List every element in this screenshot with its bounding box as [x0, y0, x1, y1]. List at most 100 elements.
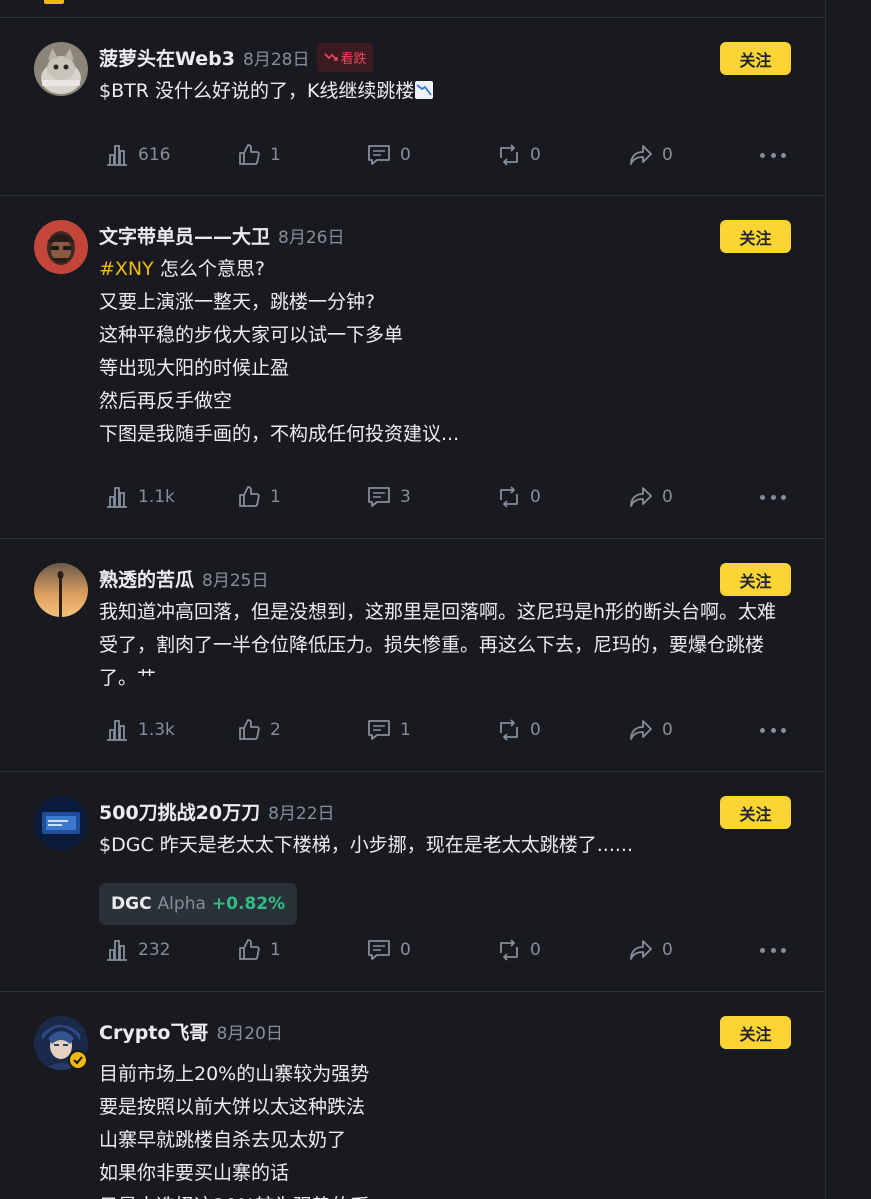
views-stat[interactable]: 616 — [104, 140, 170, 170]
post-text-line: 目前市场上20%的山寨较为强势 — [99, 1063, 370, 1085]
more-dots-icon[interactable] — [760, 715, 786, 745]
shares-count: 0 — [662, 145, 673, 165]
post-date: 8月22日 — [268, 803, 335, 824]
post-header: Crypto飞哥 8月20日 — [99, 1016, 283, 1046]
share-icon — [630, 145, 652, 165]
more-dots-icon[interactable] — [760, 140, 786, 170]
repost-button[interactable]: 0 — [496, 140, 541, 170]
post-card: 文字带单员——大卫 8月26日 关注 #XNY 怎么个意思? 又要上演涨一整天，… — [0, 196, 825, 539]
post-actions: 616 1 0 0 0 — [0, 140, 825, 170]
post-text: 我知道冲高回落，但是没想到，这那里是回落啊。这尼玛是h形的断头台啊。太难受了，割… — [99, 601, 777, 689]
more-dots-icon[interactable] — [760, 935, 786, 965]
more-dots-icon[interactable] — [760, 482, 786, 512]
reposts-count: 0 — [530, 940, 541, 960]
avatar[interactable] — [34, 42, 88, 96]
comment-icon — [368, 145, 390, 165]
follow-button[interactable]: 关注 — [720, 1016, 791, 1049]
post-body[interactable]: 我知道冲高回落，但是没想到，这那里是回落啊。这尼玛是h形的断头台啊。太难受了，割… — [99, 596, 779, 695]
previous-post-edge — [44, 0, 64, 4]
thumbs-up-icon — [239, 719, 260, 740]
price-pill[interactable]: DGC Alpha +0.82% — [99, 883, 298, 925]
post-actions: 1.1k 1 3 0 0 — [0, 482, 825, 512]
likes-count: 1 — [270, 487, 281, 507]
post-text-line: 然后再反手做空 — [99, 390, 233, 412]
share-button[interactable]: 0 — [628, 715, 673, 745]
post-text-line: 下图是我随手画的，不构成任何投资建议... — [99, 423, 460, 445]
follow-button[interactable]: 关注 — [720, 42, 791, 75]
likes-count: 2 — [270, 720, 281, 740]
post-body[interactable]: $DGC 昨天是老太太下楼梯，小步挪，现在是老太太跳楼了...... — [99, 829, 789, 862]
post-text-line: 只是去选择这20%较为强势的币 — [99, 1190, 789, 1199]
post-actions: 1.3k 2 1 0 0 — [0, 715, 825, 745]
comment-button[interactable]: 0 — [366, 140, 411, 170]
post-card: 熟透的苦瓜 8月25日 关注 我知道冲高回落，但是没想到，这那里是回落啊。这尼玛… — [0, 539, 825, 772]
coin-tag: Alpha — [157, 894, 206, 914]
author-name[interactable]: 熟透的苦瓜 — [99, 565, 194, 592]
price-change: +0.82% — [211, 894, 286, 914]
thumbs-up-icon — [239, 144, 260, 165]
views-stat[interactable]: 232 — [104, 935, 170, 965]
post-card: 菠萝头在Web3 8月28日 看跌 关注 $BTR 没什么好说的了，K线继续跳楼… — [0, 18, 825, 196]
comments-count: 3 — [400, 487, 411, 507]
like-button[interactable]: 2 — [236, 715, 281, 745]
post-actions: 232 1 0 0 0 — [0, 935, 825, 965]
views-count: 1.1k — [138, 487, 175, 507]
comments-count: 0 — [400, 145, 411, 165]
follow-button[interactable]: 关注 — [720, 220, 791, 253]
post-body[interactable]: #XNY 怎么个意思? 又要上演涨一整天，跳楼一分钟? 这种平稳的步伐大家可以试… — [99, 253, 789, 451]
post-text-line: #XNY 怎么个意思? — [99, 253, 789, 286]
like-button[interactable]: 1 — [236, 140, 281, 170]
post-header: 500刀挑战20万刀 8月22日 — [99, 796, 335, 826]
post-card: Crypto飞哥 8月20日 关注 目前市场上20%的山寨较为强势 要是按照以前… — [0, 992, 825, 1199]
repost-icon — [500, 719, 518, 741]
like-button[interactable]: 1 — [236, 482, 281, 512]
share-button[interactable]: 0 — [628, 482, 673, 512]
author-name[interactable]: Crypto飞哥 — [99, 1018, 208, 1045]
coin-symbol: DGC — [111, 894, 152, 914]
comment-button[interactable]: 3 — [366, 482, 411, 512]
post-body[interactable]: 目前市场上20%的山寨较为强势 要是按照以前大饼以太这种跌法 山寨早就跳楼自杀去… — [99, 1058, 789, 1199]
check-icon — [73, 1056, 83, 1065]
avatar[interactable] — [34, 220, 88, 274]
post-text-line: 这种平稳的步伐大家可以试一下多单 — [99, 324, 404, 346]
comments-count: 1 — [400, 720, 411, 740]
author-name[interactable]: 500刀挑战20万刀 — [99, 798, 260, 825]
post-card: 500刀挑战20万刀 8月22日 关注 $DGC 昨天是老太太下楼梯，小步挪，现… — [0, 772, 825, 992]
verified-badge — [68, 1050, 88, 1070]
like-button[interactable]: 1 — [236, 935, 281, 965]
bar-chart-icon — [107, 145, 127, 166]
repost-button[interactable]: 0 — [496, 715, 541, 745]
post-text: 怎么个意思? — [159, 258, 265, 280]
comment-button[interactable]: 0 — [366, 935, 411, 965]
post-header: 菠萝头在Web3 8月28日 看跌 — [99, 42, 374, 72]
shares-count: 0 — [662, 720, 673, 740]
follow-button[interactable]: 关注 — [720, 796, 791, 829]
share-button[interactable]: 0 — [628, 140, 673, 170]
views-stat[interactable]: 1.1k — [104, 482, 175, 512]
author-name[interactable]: 菠萝头在Web3 — [99, 44, 235, 71]
repost-icon — [500, 939, 518, 961]
follow-button[interactable]: 关注 — [720, 563, 791, 596]
post-text-line: 山寨早就跳楼自杀去见太奶了 — [99, 1129, 347, 1151]
bar-chart-icon — [107, 487, 127, 508]
comments-count: 0 — [400, 940, 411, 960]
post-text-line: $BTR 没什么好说的了，K线继续跳楼 — [99, 75, 789, 108]
feed-top-strip — [0, 0, 825, 18]
author-name[interactable]: 文字带单员——大卫 — [99, 222, 270, 249]
comment-button[interactable]: 1 — [366, 715, 411, 745]
share-icon — [630, 487, 652, 507]
repost-button[interactable]: 0 — [496, 482, 541, 512]
hashtag-link[interactable]: #XNY — [99, 258, 154, 280]
share-button[interactable]: 0 — [628, 935, 673, 965]
views-stat[interactable]: 1.3k — [104, 715, 175, 745]
repost-button[interactable]: 0 — [496, 935, 541, 965]
avatar[interactable] — [34, 796, 88, 850]
bar-chart-icon — [107, 940, 127, 961]
avatar[interactable] — [34, 563, 88, 617]
post-body[interactable]: $BTR 没什么好说的了，K线继续跳楼 — [99, 75, 789, 108]
reposts-count: 0 — [530, 720, 541, 740]
post-text-line: 如果你非要买山寨的话 — [99, 1162, 290, 1184]
views-count: 232 — [138, 940, 171, 960]
repost-icon — [500, 486, 518, 508]
post-text: $BTR 没什么好说的了，K线继续跳楼 — [99, 80, 415, 102]
